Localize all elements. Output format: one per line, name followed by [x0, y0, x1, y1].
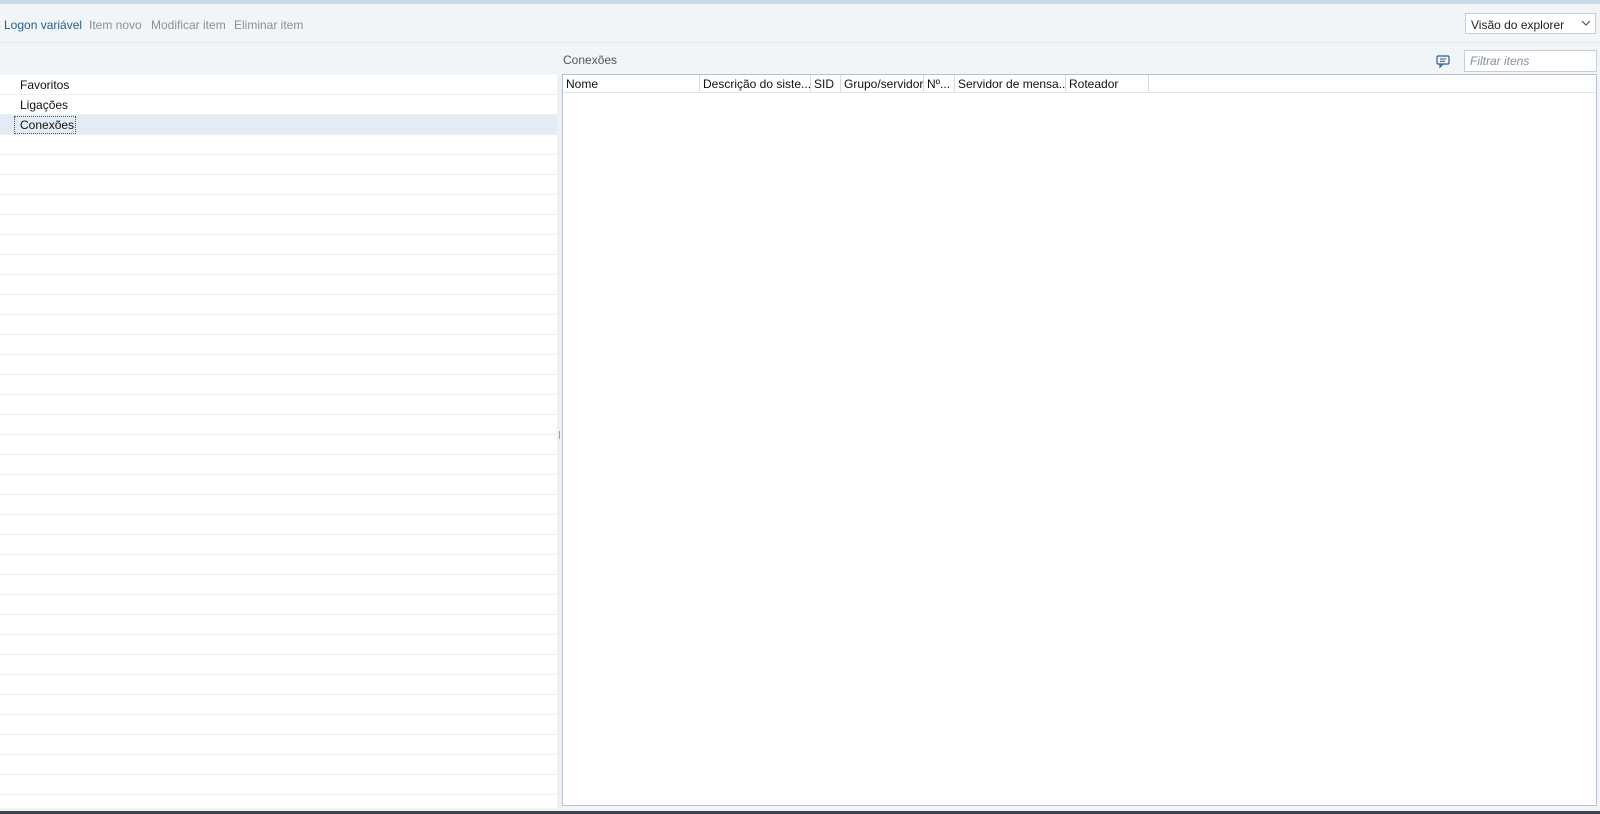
connections-table: Nome Descrição do siste... SID Grupo/ser…	[562, 74, 1597, 806]
tree-empty-row	[0, 495, 557, 515]
tree-empty-row	[0, 655, 557, 675]
tree-empty-row	[0, 175, 557, 195]
column-header-sid[interactable]: SID	[811, 75, 841, 92]
chevron-down-icon	[1581, 20, 1591, 26]
tree-empty-row	[0, 215, 557, 235]
tree-empty-row	[0, 795, 557, 808]
tree-empty-row	[0, 635, 557, 655]
tree-empty-row	[0, 435, 557, 455]
column-header-roteador[interactable]: Roteador	[1066, 75, 1149, 92]
view-select[interactable]: Visão do explorer	[1465, 13, 1596, 34]
tree-item-favoritos[interactable]: Favoritos	[0, 75, 557, 95]
tree-empty-row	[0, 515, 557, 535]
tree-empty-row	[0, 475, 557, 495]
navigation-tree: Favoritos Ligações Conexões	[0, 75, 557, 808]
tree-empty-row	[0, 535, 557, 555]
tree-empty-row	[0, 255, 557, 275]
content-title: Conexões	[563, 53, 618, 67]
tree-empty-row	[0, 755, 557, 775]
view-select-value: Visão do explorer	[1471, 18, 1565, 32]
tree-item-label: Ligações	[20, 98, 69, 112]
column-header-numero[interactable]: Nº...	[924, 75, 955, 92]
tree-empty-row	[0, 375, 557, 395]
tree-empty-row	[0, 355, 557, 375]
comment-icon[interactable]	[1435, 53, 1451, 69]
tree-empty-row	[0, 395, 557, 415]
column-header-grupo-servidor[interactable]: Grupo/servidor	[841, 75, 924, 92]
tree-empty-row	[0, 315, 557, 335]
tree-item-ligacoes[interactable]: Ligações	[0, 95, 557, 115]
logon-variable-button[interactable]: Logon variável	[4, 18, 82, 32]
tree-empty-row	[0, 295, 557, 315]
tree-empty-row	[0, 195, 557, 215]
tree-empty-row	[0, 555, 557, 575]
tree-empty-row	[0, 155, 557, 175]
tree-empty-row	[0, 275, 557, 295]
tree-empty-row	[0, 715, 557, 735]
tree-empty-row	[0, 455, 557, 475]
tree-empty-row	[0, 135, 557, 155]
tree-empty-row	[0, 615, 557, 635]
delete-item-button[interactable]: Eliminar item	[234, 18, 303, 32]
tree-empty-row	[0, 735, 557, 755]
tree-empty-row	[0, 595, 557, 615]
tree-empty-row	[0, 415, 557, 435]
tree-item-label: Favoritos	[20, 78, 70, 92]
tree-item-label: Conexões	[14, 116, 77, 134]
filter-input[interactable]	[1464, 50, 1597, 72]
toolbar: Logon variável Item novo Modificar item …	[0, 4, 1600, 43]
column-header-servidor-mensagens[interactable]: Servidor de mensa...	[955, 75, 1066, 92]
tree-empty-row	[0, 675, 557, 695]
modify-item-button[interactable]: Modificar item	[151, 18, 226, 32]
column-header-nome[interactable]: Nome	[563, 75, 700, 92]
tree-empty-row	[0, 235, 557, 255]
table-header: Nome Descrição do siste... SID Grupo/ser…	[563, 75, 1596, 93]
new-item-button[interactable]: Item novo	[89, 18, 142, 32]
tree-empty-row	[0, 695, 557, 715]
column-header-descricao[interactable]: Descrição do siste...	[700, 75, 811, 92]
tree-empty-row	[0, 335, 557, 355]
tree-empty-row	[0, 775, 557, 795]
tree-item-conexoes[interactable]: Conexões	[0, 115, 557, 135]
tree-empty-row	[0, 575, 557, 595]
